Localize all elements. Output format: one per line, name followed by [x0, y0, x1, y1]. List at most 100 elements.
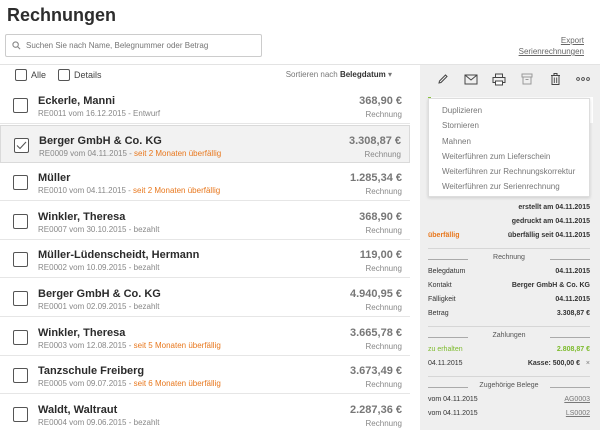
delete-button[interactable] — [541, 68, 569, 90]
invoice-row[interactable]: Eckerle, Manni RE0011 vom 16.12.2015 - En… — [0, 86, 410, 124]
invoice-number-date: RE0002 vom 10.09.2015 - — [38, 263, 134, 273]
created-date: erstellt am 04.11.2015 — [518, 204, 590, 211]
menu-item[interactable]: Duplizieren — [429, 103, 589, 118]
select-all[interactable]: Alle — [15, 69, 46, 81]
invoice-meta: RE0002 vom 10.09.2015 - bezahlt — [38, 263, 159, 272]
pencil-icon — [438, 74, 448, 84]
select-all-checkbox[interactable] — [15, 69, 27, 81]
menu-item[interactable]: Weiterführen zum Lieferschein — [429, 149, 589, 164]
invoice-type: Rechnung — [365, 225, 402, 235]
archive-icon — [521, 73, 533, 85]
invoice-status: Entwurf — [133, 109, 161, 118]
more-actions-menu: Duplizieren Stornieren Mahnen Weiterführen … — [428, 98, 590, 197]
invoice-number-date: RE0004 vom 09.06.2015 - — [38, 417, 134, 427]
invoice-type: Rechnung — [365, 303, 402, 312]
docs-section-heading: Zugehörige Belege — [428, 382, 590, 392]
invoice-status: seit 6 Monaten überfällig — [133, 379, 221, 389]
invoice-status: bezahlt — [133, 224, 160, 234]
invoice-status: seit 5 Monaten überfällig — [133, 340, 221, 350]
more-button[interactable] — [569, 68, 597, 90]
menu-item[interactable]: Weiterführen zur Rechnungskorrektur — [429, 164, 589, 179]
print-button[interactable] — [485, 68, 513, 90]
divider — [428, 326, 590, 327]
row-checkbox[interactable] — [13, 329, 28, 345]
to-receive-value: 2.808,87 € — [556, 346, 590, 353]
invoice-number-date: RE0001 vom 02.09.2015 - — [38, 302, 134, 311]
invoice-contact: Winkler, Theresa — [38, 210, 126, 223]
sort-dropdown[interactable]: Sortieren nach Belegdatum ▾ — [286, 70, 392, 79]
invoice-row[interactable]: Waldt, Waltraut RE0004 vom 09.06.2015 - b… — [0, 395, 410, 430]
invoice-number-date: RE0009 vom 04.11.2015 - — [39, 148, 135, 158]
invoice-contact: Waldt, Waltraut — [38, 403, 118, 416]
invoice-contact: Berger GmbH & Co. KG — [38, 288, 161, 300]
invoice-number-date: RE0007 vom 30.10.2015 - — [38, 224, 134, 234]
doc-link[interactable]: LS0002 — [566, 410, 590, 417]
invoice-amount: 2.287,36 € — [350, 403, 402, 416]
invoice-type: Rechnung — [364, 149, 401, 159]
row-checkbox[interactable] — [13, 291, 28, 306]
invoice-row[interactable]: Berger GmbH & Co. KG RE0001 vom 02.09.201… — [0, 279, 410, 317]
menu-item[interactable]: Mahnen — [429, 134, 589, 149]
printer-icon — [492, 73, 506, 85]
chevron-down-icon: ▾ — [387, 70, 392, 79]
row-checkbox[interactable] — [14, 137, 29, 153]
details-checkbox[interactable] — [58, 69, 70, 81]
page-title: Rechnungen — [7, 5, 117, 25]
invoice-row-label: Kontakt — [428, 282, 452, 289]
to-receive-label: zu erhalten — [428, 346, 463, 353]
detail-toolbar — [420, 65, 600, 93]
search-input[interactable] — [26, 41, 246, 50]
row-checkbox[interactable] — [13, 175, 28, 191]
invoice-row[interactable]: Tanzschule Freiberg RE0005 vom 09.07.2015… — [0, 356, 410, 395]
invoice-number-date: RE0011 vom 16.12.2015 - — [38, 109, 134, 118]
row-checkbox[interactable] — [13, 252, 28, 268]
sort-field: Belegdatum — [339, 70, 386, 79]
divider — [428, 376, 590, 377]
invoice-section-heading: Rechnung — [428, 254, 590, 264]
remove-payment-icon[interactable]: × — [586, 360, 590, 367]
email-button[interactable] — [457, 68, 485, 90]
details-toggle[interactable]: Details — [58, 69, 102, 81]
invoice-status: bezahlt — [133, 263, 160, 273]
invoice-row-label: Fälligkeit — [428, 296, 456, 303]
invoice-row-value: 3.308,87 € — [556, 310, 590, 317]
archive-button[interactable] — [513, 68, 541, 90]
serienrechnungen-link[interactable]: Serienrechnungen — [519, 46, 584, 57]
invoice-row[interactable]: Winkler, Theresa RE0003 vom 12.08.2015 - … — [0, 318, 410, 356]
invoice-type: Rechnung — [365, 110, 402, 119]
invoice-amount: 3.665,78 € — [350, 326, 402, 339]
invoice-meta: RE0001 vom 02.09.2015 - bezahlt — [38, 302, 159, 311]
row-checkbox[interactable] — [13, 368, 28, 384]
invoice-contact: Eckerle, Manni — [38, 95, 116, 107]
doc-link[interactable]: AG0003 — [564, 396, 590, 403]
invoice-type: Rechnung — [365, 341, 402, 351]
menu-item[interactable]: Weiterführen zur Serienrechnung — [429, 179, 589, 194]
invoice-meta: RE0005 vom 09.07.2015 - seit 6 Monaten ü… — [38, 379, 221, 388]
search-box[interactable] — [5, 34, 262, 57]
invoice-number-date: RE0005 vom 09.07.2015 - — [38, 379, 134, 389]
invoice-meta: RE0007 vom 30.10.2015 - bezahlt — [38, 225, 159, 234]
menu-item[interactable]: Stornieren — [429, 118, 589, 133]
sort-prefix: Sortieren nach — [285, 70, 338, 79]
row-checkbox[interactable] — [13, 406, 28, 422]
search-icon — [12, 41, 21, 50]
invoice-row[interactable]: Winkler, Theresa RE0007 vom 30.10.2015 - … — [0, 202, 410, 240]
row-checkbox[interactable] — [13, 98, 28, 113]
invoice-amount: 3.673,49 € — [350, 365, 402, 378]
invoice-contact: Berger GmbH & Co. KG — [39, 134, 162, 147]
row-checkbox[interactable] — [13, 213, 28, 229]
edit-button[interactable] — [429, 68, 457, 90]
invoice-status: bezahlt — [133, 302, 160, 311]
select-all-label: Alle — [31, 70, 47, 80]
invoice-row[interactable]: Müller-Lüdenscheidt, Hermann RE0002 vom 1… — [0, 240, 410, 279]
invoice-row[interactable]: Müller RE0010 vom 04.11.2015 - seit 2 Mon… — [0, 163, 410, 202]
invoice-amount: 4.940,95 € — [350, 288, 402, 300]
invoice-row-value: 04.11.2015 — [555, 268, 590, 275]
invoice-status: bezahlt — [133, 417, 160, 427]
invoice-meta: RE0003 vom 12.08.2015 - seit 5 Monaten ü… — [38, 341, 221, 350]
invoice-meta: RE0004 vom 09.06.2015 - bezahlt — [38, 418, 159, 427]
doc-date: vom 04.11.2015 — [428, 396, 478, 403]
export-link[interactable]: Export — [519, 35, 584, 46]
invoice-row[interactable]: Berger GmbH & Co. KG RE0009 vom 04.11.201… — [0, 124, 410, 163]
invoice-type: Rechnung — [365, 418, 402, 428]
